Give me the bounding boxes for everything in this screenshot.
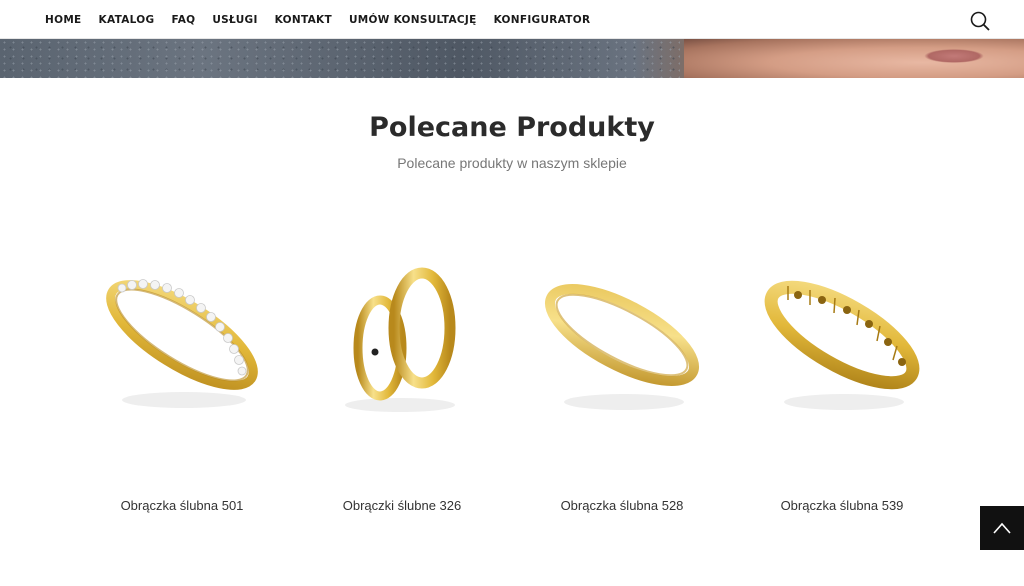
product-image-ring-textured[interactable] — [752, 250, 932, 440]
nav-item-kontakt[interactable]: KONTAKT — [275, 14, 332, 26]
product-card[interactable]: Obrączki ślubne 326 — [292, 230, 512, 530]
product-image-ring-diamonds[interactable] — [92, 250, 272, 440]
top-navigation-bar: HOME KATALOG FAQ USŁUGI KONTAKT UMÓW KON… — [0, 0, 1024, 39]
hero-banner-image — [0, 39, 1024, 78]
model-lips — [924, 49, 984, 63]
product-name[interactable]: Obrączka ślubna 539 — [732, 498, 952, 513]
product-card[interactable]: Obrączka ślubna 539 — [732, 230, 952, 530]
product-name[interactable]: Obrączka ślubna 501 — [72, 498, 292, 513]
section-subtitle: Polecane produkty w naszym sklepie — [397, 155, 627, 171]
scroll-to-top-button[interactable] — [980, 506, 1024, 550]
nav-item-katalog[interactable]: KATALOG — [99, 14, 155, 26]
product-image-ring-plain[interactable] — [532, 250, 712, 440]
product-name[interactable]: Obrączki ślubne 326 — [292, 498, 512, 513]
nav-item-konfigurator[interactable]: KONFIGURATOR — [494, 14, 591, 26]
featured-products: Obrączka ślubna 501 Obrączki ślubne 326 — [72, 230, 952, 530]
section-title: Polecane Produkty — [369, 112, 655, 143]
nav-item-uslugi[interactable]: USŁUGI — [212, 14, 257, 26]
product-name[interactable]: Obrączka ślubna 528 — [512, 498, 732, 513]
product-card[interactable]: Obrączka ślubna 501 — [72, 230, 292, 530]
main-menu: HOME KATALOG FAQ USŁUGI KONTAKT UMÓW KON… — [45, 0, 590, 39]
stone-texture — [0, 39, 680, 78]
search-icon[interactable] — [970, 11, 990, 31]
product-card[interactable]: Obrączka ślubna 528 — [512, 230, 732, 530]
chevron-up-icon — [993, 522, 1011, 534]
nav-item-faq[interactable]: FAQ — [171, 14, 195, 26]
product-image-ring-pair[interactable] — [312, 250, 492, 440]
nav-item-konsultacja[interactable]: UMÓW KONSULTACJĘ — [349, 14, 477, 26]
nav-item-home[interactable]: HOME — [45, 14, 82, 26]
